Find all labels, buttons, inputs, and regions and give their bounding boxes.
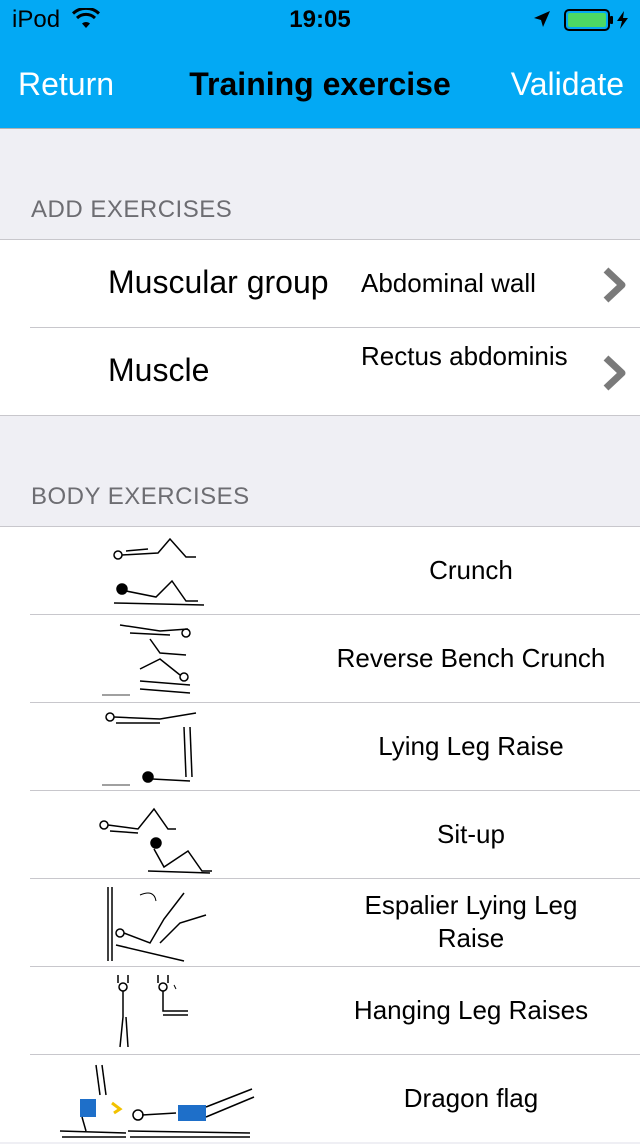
exercise-row-dragon-flag[interactable]: Dragon flag xyxy=(30,1054,640,1142)
status-bar: iPod 19:05 xyxy=(0,0,640,40)
exercise-row-espalier-lying-leg-raise[interactable]: Espalier Lying Leg Raise xyxy=(30,878,640,966)
exercise-row-reverse-bench-crunch[interactable]: Reverse Bench Crunch xyxy=(30,614,640,702)
exercise-row-hanging-leg-raises[interactable]: Hanging Leg Raises xyxy=(30,966,640,1054)
muscular-group-row[interactable]: Muscular group Abdominal wall xyxy=(0,240,640,327)
exercise-illustration xyxy=(104,971,194,1058)
exercise-illustration xyxy=(56,1059,260,1144)
exercise-illustration xyxy=(100,707,200,794)
exercise-illustration xyxy=(100,619,200,706)
location-arrow-icon xyxy=(532,9,552,34)
body-exercises-header: BODY EXERCISES xyxy=(31,483,250,510)
navigation-bar: Return Training exercise Validate xyxy=(0,40,640,129)
add-exercises-header: ADD EXERCISES xyxy=(31,196,233,223)
muscle-row[interactable]: Muscle Rectus abdominis xyxy=(30,327,640,415)
exercise-name: Dragon flag xyxy=(403,1083,539,1113)
chevron-right-icon xyxy=(600,353,630,398)
muscle-value: Rectus abdominis xyxy=(361,341,568,371)
exercise-name: Hanging Leg Raises xyxy=(353,995,589,1025)
exercise-row-lying-leg-raise[interactable]: Lying Leg Raise xyxy=(30,702,640,790)
exercise-illustration xyxy=(98,795,216,882)
exercise-name: Crunch xyxy=(429,555,513,585)
muscular-group-value: Abdominal wall xyxy=(361,268,536,298)
exercise-name: Lying Leg Raise xyxy=(378,731,564,761)
exercise-name: Reverse Bench Crunch xyxy=(336,643,606,673)
return-button[interactable]: Return xyxy=(18,66,114,103)
add-exercises-group: Muscular group Abdominal wall Muscle Rec… xyxy=(0,239,640,416)
muscle-label: Muscle xyxy=(108,352,210,388)
body-exercises-list: Crunch Reverse Bench Crunch Lying Leg Ra… xyxy=(0,526,640,1142)
muscular-group-label: Muscular group xyxy=(108,264,329,300)
exercise-illustration xyxy=(100,883,212,970)
validate-button[interactable]: Validate xyxy=(511,66,624,103)
exercise-name: Espalier Lying Leg Raise xyxy=(364,890,578,953)
battery-charging-icon xyxy=(564,9,634,36)
exercise-illustration xyxy=(108,531,208,616)
exercise-row-crunch[interactable]: Crunch xyxy=(0,527,640,614)
chevron-right-icon xyxy=(600,265,630,310)
exercise-row-sit-up[interactable]: Sit-up xyxy=(30,790,640,878)
exercise-name: Sit-up xyxy=(437,819,505,849)
